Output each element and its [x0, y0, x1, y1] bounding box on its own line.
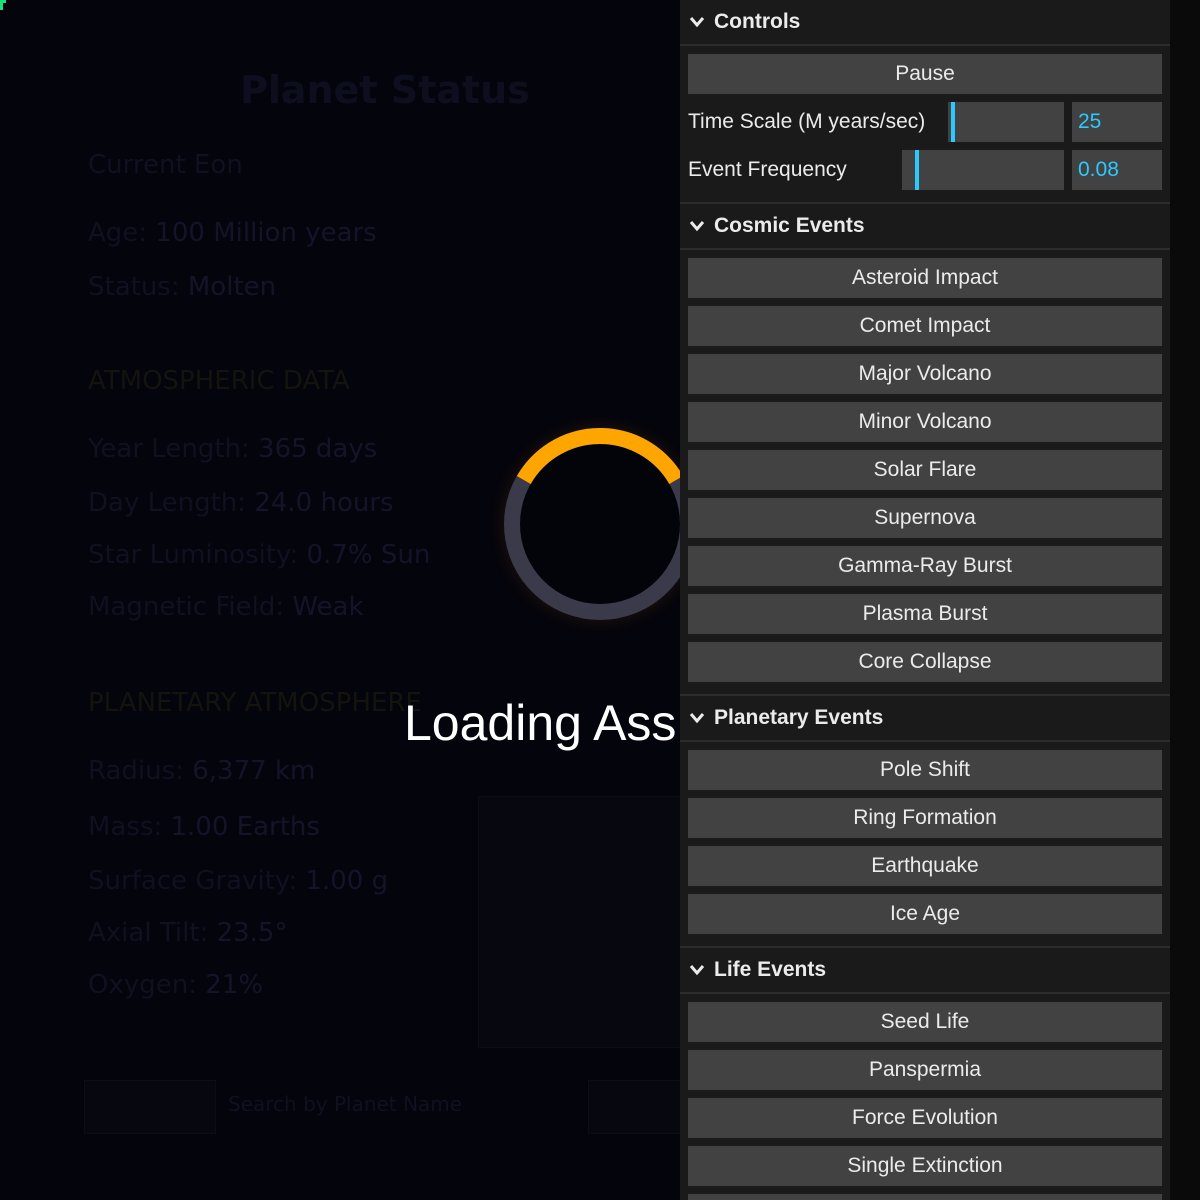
loading-text: Loading Ass [404, 695, 677, 751]
event-frequency-row: Event Frequency [688, 150, 1162, 190]
seed-life-button[interactable]: Seed Life [688, 1002, 1162, 1042]
solar-flare-button[interactable]: Solar Flare [688, 450, 1162, 490]
panel-scroll-gutter [1170, 0, 1200, 1200]
time-scale-row: Time Scale (M years/sec) [688, 102, 1162, 142]
life-event-button-partial[interactable] [688, 1194, 1162, 1200]
event-frequency-input[interactable] [1072, 150, 1162, 190]
status-line-label: Year Length: [88, 434, 250, 464]
folder-cosmic-events-body: Asteroid Impact Comet Impact Major Volca… [680, 250, 1170, 696]
folder-planetary-events-body: Pole Shift Ring Formation Earthquake Ice… [680, 742, 1170, 948]
slider-fill [902, 150, 919, 190]
status-line-label: Star Luminosity: [88, 540, 299, 570]
chevron-down-icon [688, 961, 706, 979]
ice-age-button[interactable]: Ice Age [688, 894, 1162, 934]
folder-life-events-body: Seed Life Panspermia Force Evolution Sin… [680, 994, 1170, 1200]
status-line-value: 6,377 km [192, 756, 316, 786]
pole-shift-button[interactable]: Pole Shift [688, 750, 1162, 790]
status-line-label: Magnetic Field: [88, 592, 285, 622]
folder-controls-header[interactable]: Controls [680, 0, 1170, 46]
status-line: Axial Tilt: 23.5° [88, 918, 287, 948]
folder-title: Life Events [714, 958, 827, 981]
background-button [588, 1080, 680, 1134]
status-line: Surface Gravity: 1.00 g [88, 866, 388, 896]
status-line: Age: 100 Million years [88, 218, 377, 248]
status-line-label: Axial Tilt: [88, 918, 209, 948]
asteroid-impact-button[interactable]: Asteroid Impact [688, 258, 1162, 298]
comet-impact-button[interactable]: Comet Impact [688, 306, 1162, 346]
chevron-down-icon [688, 217, 706, 235]
status-line-label: Mass: [88, 812, 163, 842]
status-preview-box [478, 796, 680, 1048]
status-line-label: Age: [88, 218, 148, 248]
status-line: Magnetic Field: Weak [88, 592, 364, 622]
status-line-value: 1.00 g [305, 866, 389, 896]
status-line-value: Molten [187, 272, 277, 302]
planet-search-text: Search by Planet Name [228, 1092, 463, 1116]
status-title: Planet Status [240, 68, 530, 112]
simulation-viewport[interactable]: Planet Status Current Eon Age: 100 Millio… [0, 0, 680, 1200]
single-extinction-button[interactable]: Single Extinction [688, 1146, 1162, 1186]
status-line-label: Surface Gravity: [88, 866, 298, 896]
status-line-value: 1.00 Earths [170, 812, 320, 842]
ring-formation-button[interactable]: Ring Formation [688, 798, 1162, 838]
folder-title: Cosmic Events [714, 214, 865, 237]
time-scale-slider[interactable] [948, 102, 1064, 142]
status-line-value: 0.7% Sun [306, 540, 431, 570]
status-line-label: Status: [88, 272, 180, 302]
status-line-value: Weak [292, 592, 364, 622]
status-line: Oxygen: 21% [88, 970, 263, 1000]
folder-controls-body: Pause Time Scale (M years/sec) Event Fre… [680, 46, 1170, 204]
minor-volcano-button[interactable]: Minor Volcano [688, 402, 1162, 442]
slider-fill [948, 102, 956, 142]
folder-cosmic-events-header[interactable]: Cosmic Events [680, 204, 1170, 250]
supernova-button[interactable]: Supernova [688, 498, 1162, 538]
corner-marker [0, 0, 6, 10]
status-line: Status: Molten [88, 272, 276, 302]
status-line-value: 23.5° [216, 918, 288, 948]
spinner-ring [504, 428, 680, 620]
folder-title: Controls [714, 10, 801, 33]
major-volcano-button[interactable]: Major Volcano [688, 354, 1162, 394]
status-line-label: Oxygen: [88, 970, 197, 1000]
status-section-heading: PLANETARY ATMOSPHERE [88, 688, 422, 718]
status-line: Radius: 6,377 km [88, 756, 315, 786]
status-line-value: 21% [205, 970, 264, 1000]
chevron-down-icon [688, 13, 706, 31]
folder-planetary-events-header[interactable]: Planetary Events [680, 696, 1170, 742]
chevron-down-icon [688, 709, 706, 727]
event-frequency-slider[interactable] [902, 150, 1064, 190]
time-scale-input[interactable] [1072, 102, 1162, 142]
background-button [84, 1080, 216, 1134]
status-line: Day Length: 24.0 hours [88, 488, 394, 518]
status-line: Mass: 1.00 Earths [88, 812, 320, 842]
plasma-burst-button[interactable]: Plasma Burst [688, 594, 1162, 634]
status-line-value: 100 Million years [155, 218, 377, 248]
loading-spinner [504, 428, 680, 620]
force-evolution-button[interactable]: Force Evolution [688, 1098, 1162, 1138]
pause-button[interactable]: Pause [688, 54, 1162, 94]
status-line-label: PLANETARY ATMOSPHERE [88, 688, 422, 718]
earthquake-button[interactable]: Earthquake [688, 846, 1162, 886]
status-line: Current Eon [88, 150, 243, 180]
gamma-ray-burst-button[interactable]: Gamma-Ray Burst [688, 546, 1162, 586]
event-frequency-label: Event Frequency [688, 158, 847, 181]
status-line-label: Radius: [88, 756, 184, 786]
status-line: Star Luminosity: 0.7% Sun [88, 540, 430, 570]
time-scale-label: Time Scale (M years/sec) [688, 110, 926, 133]
folder-life-events-header[interactable]: Life Events [680, 948, 1170, 994]
status-section-heading: ATMOSPHERIC DATA [88, 366, 350, 396]
status-line: Year Length: 365 days [88, 434, 377, 464]
status-line-label: Current Eon [88, 150, 243, 180]
status-line-label: ATMOSPHERIC DATA [88, 366, 350, 396]
core-collapse-button[interactable]: Core Collapse [688, 642, 1162, 682]
folder-title: Planetary Events [714, 706, 884, 729]
status-line-value: 24.0 hours [254, 488, 394, 518]
status-line-label: Day Length: [88, 488, 247, 518]
status-line-value: 365 days [258, 434, 378, 464]
control-panel: Controls Pause Time Scale (M years/sec) … [680, 0, 1170, 1200]
panspermia-button[interactable]: Panspermia [688, 1050, 1162, 1090]
